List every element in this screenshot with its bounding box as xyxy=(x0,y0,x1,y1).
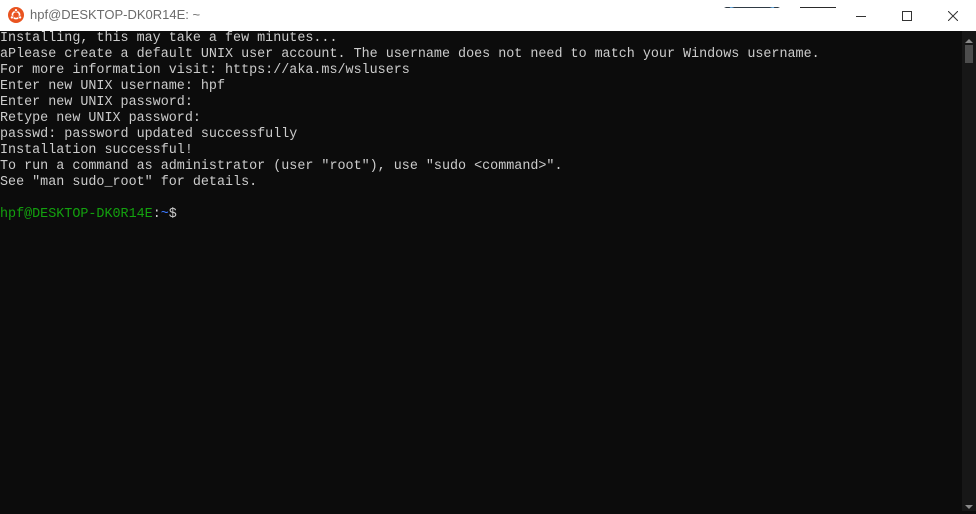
terminal-output[interactable]: Installing, this may take a few minutes.… xyxy=(0,31,962,511)
close-icon xyxy=(947,6,959,25)
shell-prompt[interactable]: hpf@DESKTOP-DK0R14E:~$ xyxy=(0,207,962,223)
prompt-colon: : xyxy=(152,207,161,222)
prompt-symbol: $ xyxy=(168,207,177,222)
output-line: Enter new UNIX password: xyxy=(0,95,193,110)
close-button[interactable] xyxy=(930,0,976,31)
maximize-button[interactable] xyxy=(884,0,930,31)
title-bar[interactable]: hpf@DESKTOP-DK0R14E: ~ xyxy=(0,0,976,31)
scroll-up-button[interactable] xyxy=(962,31,976,45)
output-line: Retype new UNIX password: xyxy=(0,111,201,126)
output-line: aPlease create a default UNIX user accou… xyxy=(0,47,820,62)
output-line: passwd: password updated successfully xyxy=(0,127,298,142)
output-line: To run a command as administrator (user … xyxy=(0,159,563,174)
output-line: See "man sudo_root" for details. xyxy=(0,175,258,190)
minimize-button[interactable] xyxy=(838,0,884,31)
scroll-thumb[interactable] xyxy=(965,45,973,63)
prompt-user-host: hpf@DESKTOP-DK0R14E xyxy=(0,207,153,222)
ubuntu-logo-icon xyxy=(8,7,24,23)
output-line: For more information visit: https://aka.… xyxy=(0,63,410,78)
output-line: Installing, this may take a few minutes.… xyxy=(0,31,338,46)
prompt-path: ~ xyxy=(160,207,169,222)
terminal-window: hpf@DESKTOP-DK0R14E: ~ Installing, this … xyxy=(0,0,976,511)
vertical-scrollbar[interactable] xyxy=(962,31,976,511)
maximize-icon xyxy=(902,6,912,25)
output-line: Installation successful! xyxy=(0,143,193,158)
scroll-down-button[interactable] xyxy=(962,497,976,511)
window-title: hpf@DESKTOP-DK0R14E: ~ xyxy=(30,7,201,22)
minimize-icon xyxy=(856,6,866,25)
output-line: Enter new UNIX username: hpf xyxy=(0,79,225,94)
